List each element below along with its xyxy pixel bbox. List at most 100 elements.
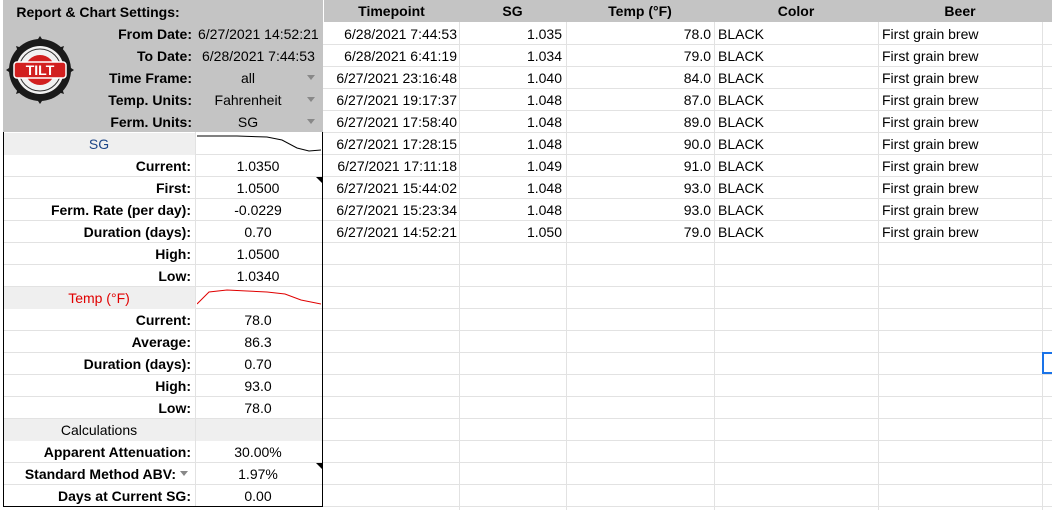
temp-units-label: Temp. Units: bbox=[108, 92, 192, 108]
temp-cell[interactable]: 93.0 bbox=[566, 177, 711, 199]
beer-cell[interactable]: First grain brew bbox=[882, 177, 1040, 199]
sg-stat-label: Low: bbox=[158, 268, 191, 284]
to-date-label: To Date: bbox=[137, 48, 192, 64]
settings-title: Report & Chart Settings: bbox=[16, 4, 180, 20]
temp-cell[interactable]: 89.0 bbox=[566, 111, 711, 133]
beer-cell[interactable]: First grain brew bbox=[882, 111, 1040, 133]
timepoint-cell[interactable]: 6/27/2021 19:17:37 bbox=[324, 89, 457, 111]
timepoint-cell[interactable]: 6/28/2021 6:41:19 bbox=[324, 45, 457, 67]
color-cell[interactable]: BLACK bbox=[718, 221, 876, 243]
timepoint-cell[interactable]: 6/27/2021 15:23:34 bbox=[324, 199, 457, 221]
sg-cell[interactable]: 1.048 bbox=[459, 111, 562, 133]
abv-method-dropdown-icon[interactable] bbox=[180, 471, 188, 476]
temp-units-select[interactable]: Fahrenheit bbox=[194, 89, 302, 111]
temp-cell[interactable]: 79.0 bbox=[566, 221, 711, 243]
sg-cell[interactable]: 1.048 bbox=[459, 89, 562, 111]
beer-cell[interactable]: First grain brew bbox=[882, 155, 1040, 177]
sg-stat-value: -0.0229 bbox=[234, 202, 282, 218]
beer-cell[interactable]: First grain brew bbox=[882, 89, 1040, 111]
temp-cell[interactable]: 87.0 bbox=[566, 89, 711, 111]
timepoint-cell[interactable]: 6/28/2021 7:44:53 bbox=[324, 23, 457, 45]
color-cell[interactable]: BLACK bbox=[718, 67, 876, 89]
color-cell[interactable]: BLACK bbox=[718, 23, 876, 45]
grid-row-line bbox=[323, 440, 1052, 441]
grid-row-line bbox=[323, 374, 1052, 375]
calc-stat-value: 30.00% bbox=[234, 444, 282, 460]
beer-cell[interactable]: First grain brew bbox=[882, 221, 1040, 243]
timepoint-cell[interactable]: 6/27/2021 23:16:48 bbox=[324, 67, 457, 89]
sg-stat-label: Current: bbox=[135, 158, 191, 174]
time-frame-dropdown-icon[interactable] bbox=[307, 75, 315, 80]
calc-section-header: Calculations bbox=[60, 422, 138, 438]
grid-row-line bbox=[323, 352, 1052, 353]
column-header-sg[interactable]: SG bbox=[459, 0, 566, 22]
calc-stat-label: Days at Current SG: bbox=[57, 488, 191, 504]
temp-stat-value: 86.3 bbox=[244, 334, 272, 350]
beer-cell[interactable]: First grain brew bbox=[882, 45, 1040, 67]
sg-section-header: SG bbox=[88, 136, 110, 152]
timepoint-cell[interactable]: 6/27/2021 17:11:18 bbox=[324, 155, 457, 177]
sg-cell[interactable]: 1.050 bbox=[459, 221, 562, 243]
grid-row-line bbox=[323, 506, 1052, 507]
timepoint-cell[interactable]: 6/27/2021 17:58:40 bbox=[324, 111, 457, 133]
sg-cell[interactable]: 1.035 bbox=[459, 23, 562, 45]
sg-cell[interactable]: 1.034 bbox=[459, 45, 562, 67]
ferm-units-dropdown-icon[interactable] bbox=[307, 119, 315, 124]
from-date-label: From Date: bbox=[118, 26, 192, 42]
sg-cell[interactable]: 1.048 bbox=[459, 133, 562, 155]
grid-col-line bbox=[1042, 22, 1043, 510]
color-cell[interactable]: BLACK bbox=[718, 89, 876, 111]
ferm-units-label: Ferm. Units: bbox=[110, 114, 192, 130]
temp-cell[interactable]: 79.0 bbox=[566, 45, 711, 67]
beer-cell[interactable]: First grain brew bbox=[882, 67, 1040, 89]
color-cell[interactable]: BLACK bbox=[718, 155, 876, 177]
timepoint-cell[interactable]: 6/27/2021 14:52:21 bbox=[324, 221, 457, 243]
note-marker bbox=[316, 177, 322, 183]
timepoint-cell[interactable]: 6/27/2021 15:44:02 bbox=[324, 177, 457, 199]
grid-row-line bbox=[323, 286, 1052, 287]
temp-cell[interactable]: 93.0 bbox=[566, 199, 711, 221]
color-cell[interactable]: BLACK bbox=[718, 177, 876, 199]
temp-cell[interactable]: 91.0 bbox=[566, 155, 711, 177]
ferm-units-select[interactable]: SG bbox=[194, 111, 302, 133]
beer-cell[interactable]: First grain brew bbox=[882, 199, 1040, 221]
temp-cell[interactable]: 78.0 bbox=[566, 23, 711, 45]
calc-stat-value: 0.00 bbox=[244, 488, 272, 504]
color-cell[interactable]: BLACK bbox=[718, 199, 876, 221]
temp-cell[interactable]: 90.0 bbox=[566, 133, 711, 155]
color-cell[interactable]: BLACK bbox=[718, 45, 876, 67]
temp-units-dropdown-icon[interactable] bbox=[307, 97, 315, 102]
sg-stat-label: Ferm. Rate (per day): bbox=[50, 202, 191, 218]
temp-cell[interactable]: 84.0 bbox=[566, 67, 711, 89]
temp-stat-label: Low: bbox=[158, 400, 191, 416]
color-cell[interactable]: BLACK bbox=[718, 111, 876, 133]
grid-row-line bbox=[323, 308, 1052, 309]
timepoint-cell[interactable]: 6/27/2021 17:28:15 bbox=[324, 133, 457, 155]
temp-stat-label: Current: bbox=[135, 312, 191, 328]
calc-stat-value: 1.97% bbox=[238, 466, 278, 482]
sg-cell[interactable]: 1.049 bbox=[459, 155, 562, 177]
column-header-beer[interactable]: Beer bbox=[878, 0, 1042, 22]
selected-cell[interactable] bbox=[1042, 352, 1052, 374]
temp-sparkline bbox=[196, 286, 322, 310]
column-header-color[interactable]: Color bbox=[714, 0, 878, 22]
sg-stat-value: 1.0350 bbox=[236, 158, 280, 174]
beer-cell[interactable]: First grain brew bbox=[882, 133, 1040, 155]
from-date-value[interactable]: 6/27/2021 14:52:21 bbox=[198, 23, 322, 45]
column-header-timepoint[interactable]: Timepoint bbox=[324, 0, 459, 22]
abv-method-select[interactable]: Standard Method ABV: bbox=[4, 463, 176, 485]
sg-cell[interactable]: 1.048 bbox=[459, 199, 562, 221]
sg-cell[interactable]: 1.048 bbox=[459, 177, 562, 199]
grid-row-line bbox=[323, 418, 1052, 419]
temp-stat-label: High: bbox=[155, 378, 191, 394]
to-date-value[interactable]: 6/28/2021 7:44:53 bbox=[202, 45, 322, 67]
color-cell[interactable]: BLACK bbox=[718, 133, 876, 155]
time-frame-select[interactable]: all bbox=[194, 67, 302, 89]
calc-stat-label: Apparent Attenuation: bbox=[43, 444, 191, 460]
column-header-temp[interactable]: Temp (°F) bbox=[566, 0, 714, 22]
temp-stat-value: 78.0 bbox=[244, 400, 272, 416]
tilt-logo: TILT bbox=[6, 36, 74, 104]
sg-cell[interactable]: 1.040 bbox=[459, 67, 562, 89]
beer-cell[interactable]: First grain brew bbox=[882, 23, 1040, 45]
grid-row-line bbox=[323, 484, 1052, 485]
